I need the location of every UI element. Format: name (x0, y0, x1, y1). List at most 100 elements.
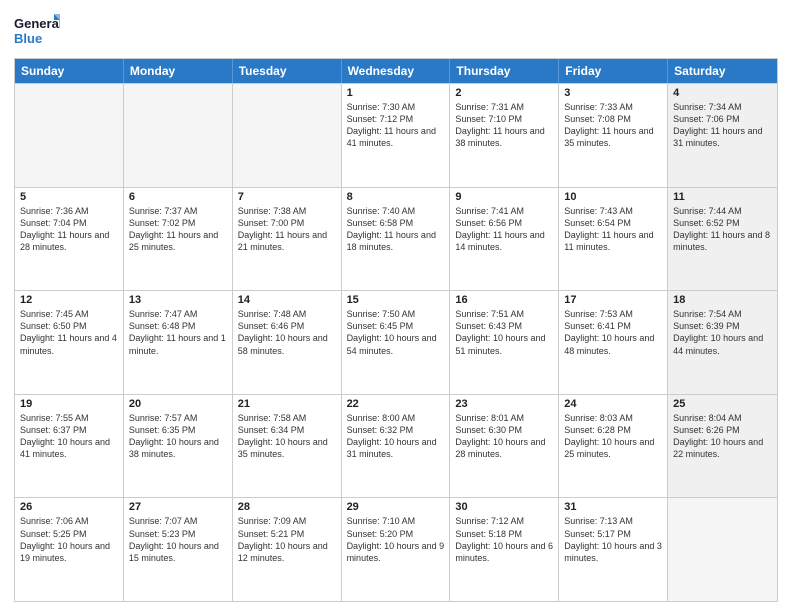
cell-content: Sunrise: 7:55 AMSunset: 6:37 PMDaylight:… (20, 412, 118, 461)
calendar-cell: 3Sunrise: 7:33 AMSunset: 7:08 PMDaylight… (559, 84, 668, 187)
day-number: 27 (129, 501, 227, 513)
day-number: 6 (129, 191, 227, 203)
day-number: 9 (455, 191, 553, 203)
cell-content: Sunrise: 7:13 AMSunset: 5:17 PMDaylight:… (564, 515, 662, 564)
header-cell-sunday: Sunday (15, 59, 124, 83)
day-number: 29 (347, 501, 445, 513)
logo-svg: General Blue (14, 10, 60, 52)
svg-text:Blue: Blue (14, 31, 42, 46)
cell-content: Sunrise: 7:58 AMSunset: 6:34 PMDaylight:… (238, 412, 336, 461)
calendar-cell: 27 Sunrise: 7:07 AMSunset: 5:23 PMDayligh… (124, 498, 233, 601)
header-cell-tuesday: Tuesday (233, 59, 342, 83)
cell-content: Sunrise: 8:00 AMSunset: 6:32 PMDaylight:… (347, 412, 445, 461)
day-number: 10 (564, 191, 662, 203)
calendar-cell: 6 Sunrise: 7:37 AMSunset: 7:02 PMDaylight… (124, 188, 233, 291)
day-number: 11 (673, 191, 772, 203)
calendar-row-5: 26 Sunrise: 7:06 AMSunset: 5:25 PMDayligh… (15, 497, 777, 601)
calendar-cell: 2 Sunrise: 7:31 AMSunset: 7:10 PMDaylight… (450, 84, 559, 187)
header-cell-monday: Monday (124, 59, 233, 83)
cell-content: Sunrise: 7:38 AMSunset: 7:00 PMDaylight:… (238, 205, 336, 254)
cell-content: Sunrise: 8:03 AMSunset: 6:28 PMDaylight:… (564, 412, 662, 461)
day-number: 17 (564, 294, 662, 306)
calendar-cell: 31Sunrise: 7:13 AMSunset: 5:17 PMDayligh… (559, 498, 668, 601)
day-number: 7 (238, 191, 336, 203)
calendar-cell: 25 Sunrise: 8:04 AMSunset: 6:26 PMDayligh… (668, 395, 777, 498)
calendar-cell: 13 Sunrise: 7:47 AMSunset: 6:48 PMDayligh… (124, 291, 233, 394)
day-number: 18 (673, 294, 772, 306)
day-number: 20 (129, 398, 227, 410)
cell-content: Sunrise: 7:44 AMSunset: 6:52 PMDaylight:… (673, 205, 772, 254)
cell-content: Sunrise: 7:06 AMSunset: 5:25 PMDaylight:… (20, 515, 118, 564)
day-number: 13 (129, 294, 227, 306)
cell-content: Sunrise: 7:09 AMSunset: 5:21 PMDaylight:… (238, 515, 336, 564)
cell-content: Sunrise: 7:36 AMSunset: 7:04 PMDaylight:… (20, 205, 118, 254)
day-number: 5 (20, 191, 118, 203)
svg-text:General: General (14, 16, 60, 31)
calendar-cell: 11 Sunrise: 7:44 AMSunset: 6:52 PMDayligh… (668, 188, 777, 291)
header-cell-friday: Friday (559, 59, 668, 83)
calendar-cell: 20Sunrise: 7:57 AMSunset: 6:35 PMDayligh… (124, 395, 233, 498)
calendar-cell: 24 Sunrise: 8:03 AMSunset: 6:28 PMDayligh… (559, 395, 668, 498)
calendar-cell: 14 Sunrise: 7:48 AMSunset: 6:46 PMDayligh… (233, 291, 342, 394)
day-number: 3 (564, 87, 662, 99)
header: General Blue (14, 10, 778, 52)
day-number: 21 (238, 398, 336, 410)
cell-content: Sunrise: 7:53 AMSunset: 6:41 PMDaylight:… (564, 308, 662, 357)
calendar-cell: 18 Sunrise: 7:54 AMSunset: 6:39 PMDayligh… (668, 291, 777, 394)
calendar-row-1: 1 Sunrise: 7:30 AMSunset: 7:12 PMDaylight… (15, 83, 777, 187)
cell-content: Sunrise: 7:30 AMSunset: 7:12 PMDaylight:… (347, 101, 445, 150)
day-number: 26 (20, 501, 118, 513)
day-number: 1 (347, 87, 445, 99)
cell-content: Sunrise: 7:51 AMSunset: 6:43 PMDaylight:… (455, 308, 553, 357)
header-cell-thursday: Thursday (450, 59, 559, 83)
day-number: 22 (347, 398, 445, 410)
header-cell-wednesday: Wednesday (342, 59, 451, 83)
calendar-cell (124, 84, 233, 187)
calendar-row-2: 5 Sunrise: 7:36 AMSunset: 7:04 PMDaylight… (15, 187, 777, 291)
calendar-cell: 8Sunrise: 7:40 AMSunset: 6:58 PMDaylight… (342, 188, 451, 291)
day-number: 30 (455, 501, 553, 513)
calendar-header: SundayMondayTuesdayWednesdayThursdayFrid… (15, 59, 777, 83)
cell-content: Sunrise: 7:47 AMSunset: 6:48 PMDaylight:… (129, 308, 227, 357)
day-number: 25 (673, 398, 772, 410)
calendar-cell: 19 Sunrise: 7:55 AMSunset: 6:37 PMDayligh… (15, 395, 124, 498)
calendar-row-3: 12Sunrise: 7:45 AMSunset: 6:50 PMDayligh… (15, 290, 777, 394)
cell-content: Sunrise: 8:04 AMSunset: 6:26 PMDaylight:… (673, 412, 772, 461)
day-number: 4 (673, 87, 772, 99)
day-number: 23 (455, 398, 553, 410)
cell-content: Sunrise: 7:31 AMSunset: 7:10 PMDaylight:… (455, 101, 553, 150)
day-number: 14 (238, 294, 336, 306)
cell-content: Sunrise: 7:40 AMSunset: 6:58 PMDaylight:… (347, 205, 445, 254)
day-number: 28 (238, 501, 336, 513)
calendar: SundayMondayTuesdayWednesdayThursdayFrid… (14, 58, 778, 602)
cell-content: Sunrise: 7:41 AMSunset: 6:56 PMDaylight:… (455, 205, 553, 254)
day-number: 24 (564, 398, 662, 410)
cell-content: Sunrise: 7:10 AMSunset: 5:20 PMDaylight:… (347, 515, 445, 564)
cell-content: Sunrise: 7:37 AMSunset: 7:02 PMDaylight:… (129, 205, 227, 254)
calendar-cell: 5 Sunrise: 7:36 AMSunset: 7:04 PMDaylight… (15, 188, 124, 291)
calendar-cell: 4 Sunrise: 7:34 AMSunset: 7:06 PMDaylight… (668, 84, 777, 187)
header-cell-saturday: Saturday (668, 59, 777, 83)
calendar-cell: 26 Sunrise: 7:06 AMSunset: 5:25 PMDayligh… (15, 498, 124, 601)
calendar-cell (233, 84, 342, 187)
calendar-cell: 7 Sunrise: 7:38 AMSunset: 7:00 PMDaylight… (233, 188, 342, 291)
calendar-cell: 12Sunrise: 7:45 AMSunset: 6:50 PMDayligh… (15, 291, 124, 394)
calendar-cell (668, 498, 777, 601)
day-number: 2 (455, 87, 553, 99)
calendar-cell: 17 Sunrise: 7:53 AMSunset: 6:41 PMDayligh… (559, 291, 668, 394)
cell-content: Sunrise: 7:12 AMSunset: 5:18 PMDaylight:… (455, 515, 553, 564)
cell-content: Sunrise: 7:34 AMSunset: 7:06 PMDaylight:… (673, 101, 772, 150)
calendar-cell: 29 Sunrise: 7:10 AMSunset: 5:20 PMDayligh… (342, 498, 451, 601)
calendar-cell (15, 84, 124, 187)
cell-content: Sunrise: 7:54 AMSunset: 6:39 PMDaylight:… (673, 308, 772, 357)
logo: General Blue (14, 10, 60, 52)
day-number: 19 (20, 398, 118, 410)
calendar-cell: 1 Sunrise: 7:30 AMSunset: 7:12 PMDaylight… (342, 84, 451, 187)
calendar-cell: 30 Sunrise: 7:12 AMSunset: 5:18 PMDayligh… (450, 498, 559, 601)
cell-content: Sunrise: 7:43 AMSunset: 6:54 PMDaylight:… (564, 205, 662, 254)
calendar-cell: 10 Sunrise: 7:43 AMSunset: 6:54 PMDayligh… (559, 188, 668, 291)
cell-content: Sunrise: 7:07 AMSunset: 5:23 PMDaylight:… (129, 515, 227, 564)
cell-content: Sunrise: 7:45 AMSunset: 6:50 PMDaylight:… (20, 308, 118, 357)
cell-content: Sunrise: 7:48 AMSunset: 6:46 PMDaylight:… (238, 308, 336, 357)
calendar-row-4: 19 Sunrise: 7:55 AMSunset: 6:37 PMDayligh… (15, 394, 777, 498)
